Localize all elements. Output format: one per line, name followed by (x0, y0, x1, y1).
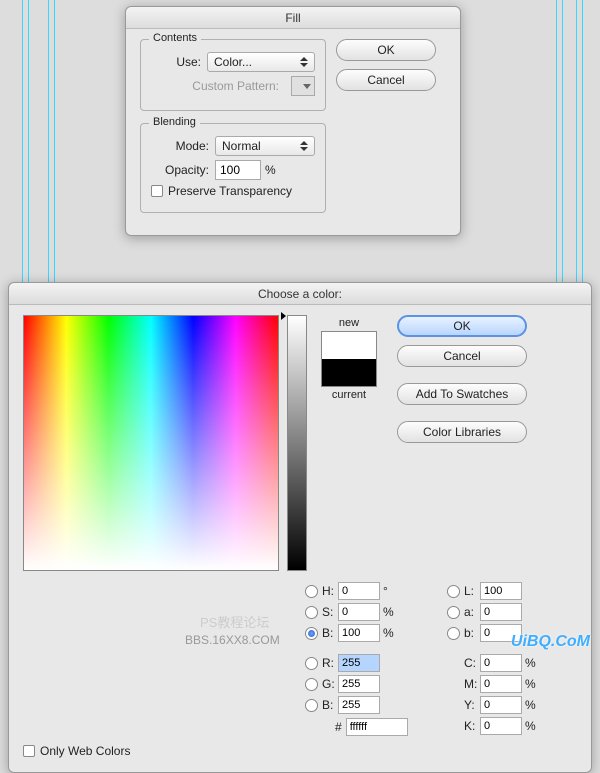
chevron-updown-icon (296, 54, 312, 70)
color-picker-dialog: Choose a color: new current OK Cancel Ad… (8, 282, 592, 773)
watermark-text: PS教程论坛 (200, 612, 269, 631)
color-libraries-button[interactable]: Color Libraries (397, 421, 527, 443)
m-input[interactable] (480, 675, 522, 693)
watermark-logo: UiBQ.CoM (511, 633, 590, 651)
brightness-slider[interactable] (287, 315, 307, 571)
pattern-swatch[interactable] (291, 76, 315, 96)
color-field[interactable] (23, 315, 279, 571)
new-label: new (339, 317, 359, 329)
use-label: Use: (151, 55, 201, 69)
picker-title: Choose a color: (9, 283, 591, 305)
use-select[interactable]: Color... (207, 52, 315, 72)
g-input[interactable] (338, 675, 380, 693)
new-color-swatch (322, 332, 376, 359)
l-radio[interactable] (447, 585, 460, 598)
a-radio[interactable] (447, 606, 460, 619)
h-radio[interactable] (305, 585, 318, 598)
a-input[interactable] (480, 603, 522, 621)
mode-label: Mode: (151, 139, 209, 153)
hex-input[interactable] (346, 718, 408, 736)
watermark-text: BBS.16XX8.COM (185, 633, 280, 647)
contents-fieldset: Contents Use: Color... Custom Pattern: (140, 39, 326, 111)
opacity-label: Opacity: (151, 163, 209, 177)
fill-dialog: Fill Contents Use: Color... Custom Patte… (125, 6, 461, 236)
k-input[interactable] (480, 717, 522, 735)
picker-ok-button[interactable]: OK (397, 315, 527, 337)
lb-radio[interactable] (447, 627, 460, 640)
y-input[interactable] (480, 696, 522, 714)
color-preview: new current (319, 315, 379, 571)
slider-arrow-icon (281, 312, 286, 320)
current-label: current (332, 389, 366, 401)
g-radio[interactable] (305, 678, 318, 691)
contents-legend: Contents (149, 32, 201, 44)
s-input[interactable] (338, 603, 380, 621)
hex-label: # (335, 720, 342, 734)
ok-button[interactable]: OK (336, 39, 436, 61)
opacity-unit: % (265, 163, 276, 177)
add-swatches-button[interactable]: Add To Swatches (397, 383, 527, 405)
s-radio[interactable] (305, 606, 318, 619)
fill-title: Fill (126, 7, 460, 29)
cancel-button[interactable]: Cancel (336, 69, 436, 91)
b-radio[interactable] (305, 627, 318, 640)
preserve-checkbox[interactable] (151, 185, 163, 197)
picker-cancel-button[interactable]: Cancel (397, 345, 527, 367)
preserve-label: Preserve Transparency (168, 184, 292, 198)
only-web-checkbox[interactable] (23, 745, 35, 757)
chevron-updown-icon (296, 138, 312, 154)
pattern-label: Custom Pattern: (192, 79, 279, 93)
bb-input[interactable] (338, 696, 380, 714)
b-input[interactable] (338, 624, 380, 642)
h-input[interactable] (338, 582, 380, 600)
l-input[interactable] (480, 582, 522, 600)
opacity-input[interactable] (215, 160, 261, 180)
r-radio[interactable] (305, 657, 318, 670)
blending-fieldset: Blending Mode: Normal Opacity: % Preserv… (140, 123, 326, 213)
bb-radio[interactable] (305, 699, 318, 712)
current-color-swatch (322, 359, 376, 386)
only-web-label: Only Web Colors (40, 744, 130, 758)
mode-select[interactable]: Normal (215, 136, 315, 156)
blending-legend: Blending (149, 116, 200, 128)
